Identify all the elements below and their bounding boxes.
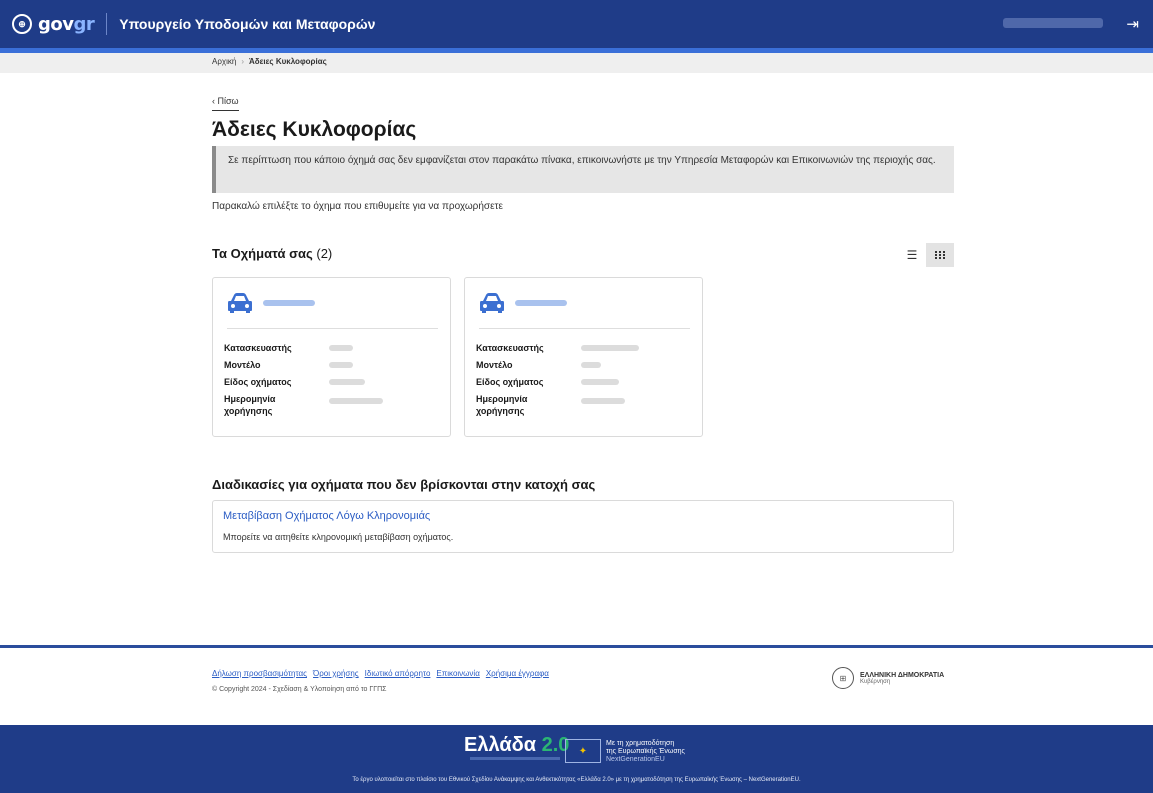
greek-seal-icon: ⊕ <box>12 14 32 34</box>
vehicle-type-value-redacted <box>329 379 365 385</box>
footer-note: Το έργο υλοποιείται στο πλαίσιο του Εθνι… <box>352 777 801 783</box>
eu-flag-icon: ✦ <box>565 739 601 763</box>
inheritance-transfer-link[interactable]: Μεταβίβαση Οχήματος Λόγω Κληρονομιάς <box>223 510 430 522</box>
grid-view-icon[interactable] <box>926 243 954 267</box>
ellada-logo: Ελλάδα 2.0 <box>464 734 570 756</box>
hellenic-name: ΕΛΛΗΝΙΚΗ ΔΗΜΟΚΡΑΤΙΑ <box>860 671 945 679</box>
vehicle-card[interactable]: Κατασκευαστής Μοντέλο Είδος οχήματος Ημε… <box>464 277 703 437</box>
plate-number-redacted <box>515 300 567 306</box>
documents-link[interactable]: Χρήσιμα έγγραφα <box>486 669 549 678</box>
govgr-logo[interactable]: ⊕ govgr <box>12 13 95 35</box>
privacy-link[interactable]: Ιδιωτικό απόρρητο <box>365 669 431 678</box>
manufacturer-value-redacted <box>329 345 353 351</box>
ministry-title[interactable]: Υπουργείο Υποδομών και Μεταφορών <box>119 16 375 32</box>
model-value-redacted <box>329 362 353 368</box>
top-header: ⊕ govgr Υπουργείο Υποδομών και Μεταφορών… <box>0 0 1153 48</box>
vehicle-type-label: Είδος οχήματος <box>476 377 544 387</box>
user-name-redacted[interactable] <box>1003 18 1103 28</box>
manufacturer-label: Κατασκευαστής <box>224 343 292 353</box>
manufacturer-value-redacted <box>581 345 639 351</box>
issue-date-label: Ημερομηνία χορήγησης <box>224 394 276 416</box>
accessibility-link[interactable]: Δήλωση προσβασιμότητας <box>212 669 307 678</box>
breadcrumb-current: Άδειες Κυκλοφορίας <box>248 57 327 66</box>
eu-funding-text: Με τη χρηματοδότηση της Ευρωπαϊκής Ένωση… <box>606 740 685 763</box>
hellenic-republic-logo: ⊞ ΕΛΛΗΝΙΚΗ ΔΗΜΟΚΡΑΤΙΑ Κυβέρνηση <box>832 667 944 689</box>
breadcrumb-bar <box>0 53 1153 73</box>
card-divider <box>479 328 690 329</box>
back-link[interactable]: ‹ Πίσω <box>212 96 239 111</box>
copyright: © Copyright 2024 - Σχεδίαση & Υλοποίηση … <box>212 686 387 693</box>
greek-coat-of-arms-icon: ⊞ <box>832 667 854 689</box>
page-title: Άδειες Κυκλοφορίας <box>212 118 417 141</box>
vehicles-title-text: Τα Οχήματά σας <box>212 246 313 261</box>
procedure-description: Μπορείτε να αιτηθείτε κληρονομική μεταβί… <box>223 532 454 542</box>
footer-links: Δήλωση προσβασιμότητας Όροι χρήσης Ιδιωτ… <box>212 669 549 678</box>
vehicle-type-value-redacted <box>581 379 619 385</box>
issue-date-value-redacted <box>329 398 383 404</box>
manufacturer-label: Κατασκευαστής <box>476 343 544 353</box>
hellenic-sub: Κυβέρνηση <box>860 678 891 685</box>
issue-date-label: Ημερομηνία χορήγησης <box>476 394 528 416</box>
breadcrumb-home[interactable]: Αρχική <box>212 57 236 66</box>
instruction-text: Παρακαλώ επιλέξτε το όχημα που επιθυμείτ… <box>212 201 503 212</box>
view-toggle: ☰ <box>898 243 954 267</box>
procedure-card[interactable]: Μεταβίβαση Οχήματος Λόγω Κληρονομιάς Μπο… <box>212 500 954 553</box>
page: ⊕ govgr Υπουργείο Υποδομών και Μεταφορών… <box>0 0 1153 793</box>
list-view-icon[interactable]: ☰ <box>898 243 926 267</box>
breadcrumb-chevron-icon: › <box>241 57 244 66</box>
header-separator <box>106 13 108 35</box>
car-icon <box>480 293 504 313</box>
vehicles-count: (2) <box>316 246 333 261</box>
car-icon <box>228 293 252 313</box>
vehicle-card[interactable]: Κατασκευαστής Μοντέλο Είδος οχήματος Ημε… <box>212 277 451 437</box>
issue-date-value-redacted <box>581 398 625 404</box>
contact-link[interactable]: Επικοινωνία <box>436 669 479 678</box>
notice-box: Σε περίπτωση που κάποιο όχημά σας δεν εμ… <box>212 146 954 193</box>
brand-text: govgr <box>38 13 95 35</box>
terms-link[interactable]: Όροι χρήσης <box>313 669 359 678</box>
plate-number-redacted <box>263 300 315 306</box>
model-value-redacted <box>581 362 601 368</box>
ellada-sub-stripe <box>470 757 560 760</box>
procedures-title: Διαδικασίες για οχήματα που δεν βρίσκοντ… <box>212 477 596 492</box>
model-label: Μοντέλο <box>224 360 261 370</box>
card-divider <box>227 328 438 329</box>
footer <box>0 648 1153 725</box>
model-label: Μοντέλο <box>476 360 513 370</box>
breadcrumb: Αρχική › Άδειες Κυκλοφορίας <box>212 57 327 66</box>
vehicle-type-label: Είδος οχήματος <box>224 377 292 387</box>
vehicles-title: Τα Οχήματά σας (2) <box>212 246 332 261</box>
logout-icon[interactable]: ⇥ <box>1126 15 1139 33</box>
